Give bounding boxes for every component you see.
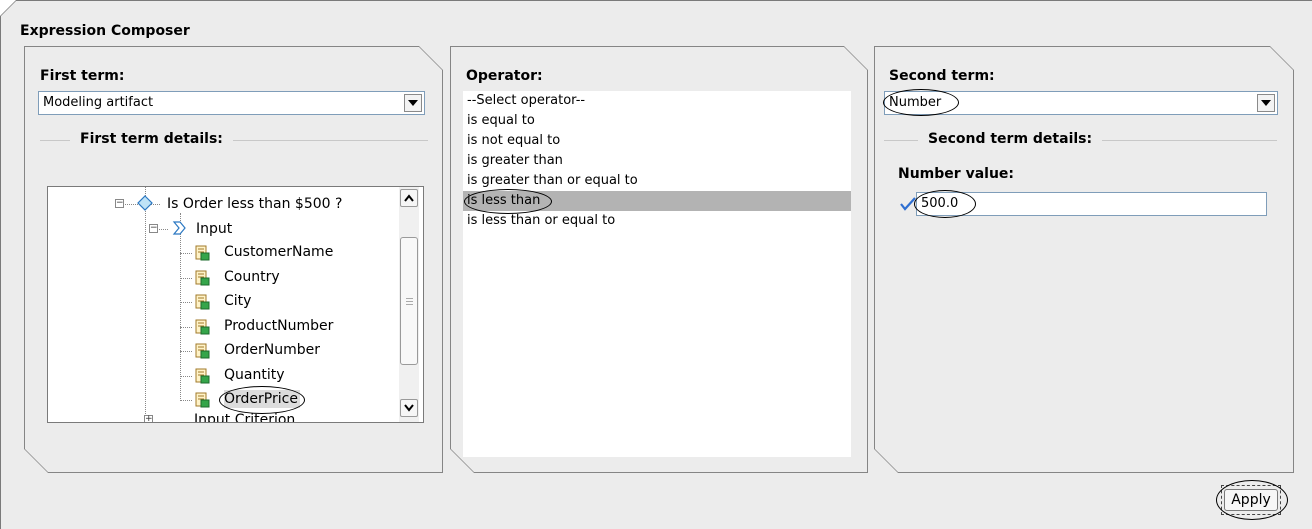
scroll-thumb[interactable]	[400, 237, 418, 365]
tree-field-item[interactable]: Country	[224, 268, 280, 286]
tree-connector	[180, 376, 192, 378]
first-term-select[interactable]: Modeling artifact	[38, 91, 425, 115]
scroll-down-button[interactable]	[400, 399, 418, 417]
apply-button-label: Apply	[1224, 489, 1278, 511]
tree-connector	[180, 400, 192, 402]
window-title: Expression Composer	[20, 23, 190, 39]
tree-input-criterion-node[interactable]: Input Criterion	[194, 411, 295, 422]
tree-field-item[interactable]: OrderPrice	[224, 390, 300, 408]
collapse-toggle[interactable]: −	[149, 224, 158, 233]
operator-label: Operator:	[466, 68, 543, 84]
apply-button[interactable]: Apply	[1221, 485, 1281, 515]
tree-field-item[interactable]: Quantity	[224, 366, 285, 384]
operator-option[interactable]: --Select operator--	[467, 91, 585, 111]
tree-scrollbar[interactable]	[395, 187, 423, 422]
chevron-down-icon	[404, 404, 414, 412]
tree-connector	[180, 351, 192, 353]
operator-option[interactable]: is less than or equal to	[467, 211, 615, 231]
first-term-label: First term:	[40, 68, 125, 84]
chevron-down-icon[interactable]	[404, 94, 422, 112]
tree-field-item[interactable]: CustomerName	[224, 243, 333, 261]
second-term-details-label: Second term details:	[918, 131, 1103, 147]
number-value-input[interactable]: 500.0	[916, 192, 1267, 216]
number-value-text: 500.0	[921, 196, 959, 211]
tree-field-item[interactable]: City	[224, 292, 251, 310]
tree-root-node[interactable]: Is Order less than $500 ?	[167, 195, 342, 213]
tree-input-node[interactable]: Input	[196, 220, 232, 238]
first-term-details-label: First term details:	[70, 131, 233, 147]
expand-toggle[interactable]: +	[144, 415, 153, 422]
second-term-value: Number	[889, 95, 942, 110]
first-term-value: Modeling artifact	[43, 95, 154, 110]
scroll-up-button[interactable]	[400, 189, 418, 207]
tree-connector	[180, 327, 192, 329]
tree-field-item[interactable]: OrderNumber	[224, 341, 320, 359]
second-term-select[interactable]: Number	[884, 91, 1278, 115]
operator-option[interactable]: is greater than or equal to	[467, 171, 638, 191]
field-icon	[195, 392, 210, 408]
tree-clipped-row: + Input Criterion	[48, 409, 395, 422]
second-term-label: Second term:	[889, 68, 995, 84]
operator-option[interactable]: is not equal to	[467, 131, 560, 151]
checkmark-icon	[900, 197, 916, 211]
operator-option-selected[interactable]: is less than	[467, 191, 540, 211]
collapse-toggle[interactable]: −	[115, 199, 124, 208]
tree-connector	[180, 253, 192, 255]
tree-connector	[180, 278, 192, 280]
number-value-label: Number value:	[898, 166, 1014, 182]
tree-connector	[180, 213, 182, 401]
field-icon	[195, 270, 210, 286]
tree-field-item[interactable]: ProductNumber	[224, 317, 333, 335]
field-icon	[195, 343, 210, 359]
tree-connector	[180, 302, 192, 304]
field-icon	[195, 319, 210, 335]
field-icon	[195, 368, 210, 384]
field-icon	[195, 294, 210, 310]
chevron-up-icon	[404, 194, 414, 202]
operator-option[interactable]: is equal to	[467, 111, 535, 131]
decision-icon	[137, 195, 153, 211]
operator-list[interactable]: --Select operator-- is equal to is not e…	[463, 91, 851, 457]
tree-connector	[145, 187, 147, 422]
field-icon	[195, 245, 210, 261]
input-icon	[172, 221, 186, 235]
chevron-down-icon[interactable]	[1257, 94, 1275, 112]
operator-option[interactable]: is greater than	[467, 151, 563, 171]
